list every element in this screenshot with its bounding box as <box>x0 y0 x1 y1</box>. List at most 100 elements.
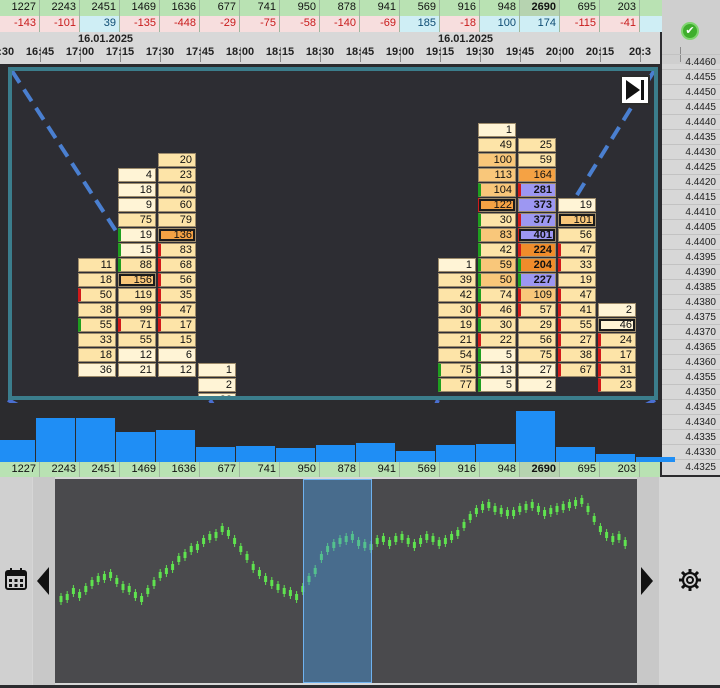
nav-candle-body <box>158 572 162 578</box>
volume-bar <box>316 445 355 462</box>
volume-bar <box>76 418 115 462</box>
right-arrow-icon <box>641 567 653 595</box>
nav-candle-body <box>78 592 82 598</box>
price-level-label: 4.4455 <box>662 69 720 85</box>
nav-candle-body <box>450 534 454 540</box>
nav-candle-body <box>580 498 584 504</box>
cluster-cell: 50 <box>478 273 516 287</box>
cluster-cell: 23 <box>598 378 636 392</box>
cluster-cell: 1 <box>198 363 236 377</box>
nav-candle-body <box>270 580 274 586</box>
volume-bar <box>276 448 315 462</box>
cluster-cell: 19 <box>438 318 476 332</box>
footprint-zoom-panel[interactable]: 11 18 50 38 55 33 18 36 4 18 9 75 19 15 88 156 119 99 71 55… <box>8 67 658 400</box>
top-delta-cell: -41 <box>600 16 640 32</box>
nav-candle-body <box>202 538 206 544</box>
left-arrow-icon <box>37 567 49 595</box>
date-label-left: 16.01.2025 <box>78 33 134 45</box>
time-tick-label: 16:45 <box>25 46 55 58</box>
cluster-cell: 75 <box>438 363 476 377</box>
cluster-cell: 74 <box>478 288 516 302</box>
price-level-label: 4.4350 <box>662 384 720 400</box>
nav-candle-body <box>177 556 181 562</box>
calendar-icon[interactable] <box>5 568 27 590</box>
top-delta-cell: -29 <box>200 16 240 32</box>
footprint-clusters: 11 18 50 38 55 33 18 36 4 18 9 75 19 15 88 156 119 99 71 55… <box>12 71 654 396</box>
nav-candle-body <box>493 506 497 512</box>
volume-bar <box>156 430 195 462</box>
navigator-window[interactable] <box>303 479 372 683</box>
price-level-label: 4.4450 <box>662 84 720 100</box>
nav-candle-body <box>474 508 478 514</box>
navigator-chart[interactable] <box>55 479 637 683</box>
volume-bar <box>116 432 155 462</box>
nav-candle-body <box>412 542 416 548</box>
nav-candle-body <box>555 506 559 512</box>
volume-stats-row: 1227 2243 2451 1469 1636 677 741 950 878 941 569 91… <box>0 462 660 478</box>
price-level-label: 4.4380 <box>662 294 720 310</box>
cluster-cell: 281 <box>518 183 556 197</box>
nav-candle-body <box>264 576 268 582</box>
cluster-cell: 13 <box>478 363 516 377</box>
cluster-cell: 55 <box>78 318 116 332</box>
time-tick-label: 18:30 <box>305 46 335 58</box>
cluster-cell: 136 <box>158 228 196 242</box>
cluster-cell: 122 <box>478 198 516 212</box>
volume-bar <box>396 451 435 462</box>
cluster-cell: 5 <box>478 348 516 362</box>
cluster-cell: 33 <box>558 258 596 272</box>
bottom-volume-cell: 878 <box>320 462 360 478</box>
cluster-cell: 75 <box>118 213 156 227</box>
cluster-cell: 12 <box>158 363 196 377</box>
bottom-volume-cell: 948 <box>480 462 520 478</box>
price-level-label: 4.4340 <box>662 414 720 430</box>
top-delta-cell: 39 <box>80 16 120 32</box>
top-volume-cell: 1227 <box>0 0 40 16</box>
cluster-cell: 18 <box>78 348 116 362</box>
top-volume-cell: 878 <box>320 0 360 16</box>
cluster-cell: 15 <box>158 333 196 347</box>
scroll-left-button[interactable] <box>33 477 55 685</box>
time-tick-label: 19:30 <box>465 46 495 58</box>
top-volume-cell: 941 <box>360 0 400 16</box>
top-delta-cell: -75 <box>240 16 280 32</box>
price-level-label: 4.4345 <box>662 399 720 415</box>
time-tick-label: 19:45 <box>505 46 535 58</box>
top-delta-cell: -69 <box>360 16 400 32</box>
nav-candle-body <box>109 572 113 578</box>
cluster-cell: 2 <box>518 378 556 392</box>
cluster-cell: 1 <box>478 123 516 137</box>
top-volume-cell: 1469 <box>120 0 160 16</box>
nav-candle-body <box>127 586 131 592</box>
cluster-cell: 40 <box>158 183 196 197</box>
time-tick-label: 18:45 <box>345 46 375 58</box>
play-end-button[interactable] <box>620 75 650 105</box>
nav-candle-body <box>530 502 534 508</box>
nav-candle-body <box>605 532 609 538</box>
cluster-cell: 56 <box>518 333 556 347</box>
price-level-label: 4.4390 <box>662 264 720 280</box>
top-delta-cell: 100 <box>480 16 520 32</box>
cluster-cell: 101 <box>558 213 596 227</box>
price-level-label: 4.4435 <box>662 129 720 145</box>
nav-candle-body <box>388 540 392 546</box>
top-volume-cell: 2451 <box>80 0 120 16</box>
nav-candle-body <box>443 538 447 544</box>
nav-candle-body <box>164 568 168 574</box>
nav-candle-body <box>468 514 472 520</box>
cluster-cell: 38 <box>78 303 116 317</box>
scroll-right-button[interactable] <box>637 477 659 685</box>
time-tick-label: 20:00 <box>545 46 575 58</box>
price-axis[interactable]: 4.4460 4.4455 4.4450 4.4445 4.4440 4.4435 4.44… <box>662 54 720 475</box>
nav-candle-body <box>84 586 88 592</box>
cluster-cell: 373 <box>518 198 556 212</box>
cluster-cell: 20 <box>158 153 196 167</box>
cluster-cell: 68 <box>158 258 196 272</box>
cluster-cell: 2 <box>198 378 236 392</box>
nav-candle-body <box>419 538 423 544</box>
top-volume-cell: 916 <box>440 0 480 16</box>
cluster-cell: 109 <box>518 288 556 302</box>
nav-candle-body <box>437 540 441 546</box>
gear-icon[interactable] <box>678 568 702 592</box>
bottom-volume-cell: 695 <box>560 462 600 478</box>
